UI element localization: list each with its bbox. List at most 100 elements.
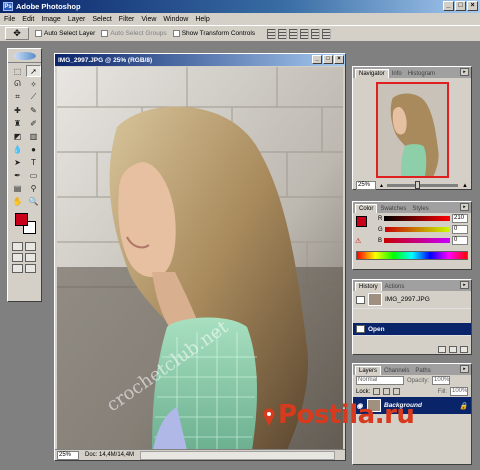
align-right-icon[interactable] — [322, 28, 332, 39]
b-slider[interactable] — [384, 238, 450, 243]
menu-filter[interactable]: Filter — [119, 16, 135, 23]
clone-stamp-tool-icon[interactable]: ♜ — [10, 117, 25, 129]
move-tool-icon[interactable]: ➚ — [26, 65, 41, 77]
align-middle-icon[interactable] — [278, 28, 288, 39]
color-fg-swatch[interactable] — [356, 216, 367, 227]
tab-histogram[interactable]: Histogram — [405, 70, 438, 78]
slider-knob[interactable] — [415, 181, 421, 189]
type-tool-icon[interactable]: T — [26, 156, 41, 168]
r-value-field[interactable]: 210 — [452, 214, 468, 223]
align-left-icon[interactable] — [300, 28, 310, 39]
doc-minimize-button[interactable]: _ — [312, 55, 322, 64]
screen-mode-standard-button[interactable] — [12, 253, 23, 262]
document-titlebar[interactable]: IMG_2997.JPG @ 25% (RGB/8) _ □ × — [55, 54, 345, 66]
crop-tool-icon[interactable]: ⌗ — [10, 91, 25, 103]
gradient-tool-icon[interactable]: ▥ — [26, 130, 41, 142]
gamut-warning-icon[interactable]: ⚠ — [355, 237, 361, 245]
tab-styles[interactable]: Styles — [409, 205, 431, 213]
new-snapshot-icon[interactable] — [449, 345, 457, 353]
doc-size-info[interactable]: Doc: 14,4M/14,4M — [85, 452, 134, 458]
maximize-button[interactable]: □ — [455, 1, 466, 11]
foreground-color-swatch[interactable] — [15, 213, 28, 226]
tab-history[interactable]: History — [355, 282, 382, 291]
marquee-tool-icon[interactable]: ⬚ — [10, 65, 25, 77]
doc-zoom-field[interactable]: 25% — [57, 450, 79, 460]
zoom-in-icon[interactable]: ▲ — [462, 183, 468, 189]
standard-mode-button[interactable] — [12, 242, 23, 251]
tab-channels[interactable]: Channels — [381, 367, 412, 375]
align-top-icon[interactable] — [267, 28, 277, 39]
minimize-button[interactable]: _ — [443, 1, 454, 11]
tab-color[interactable]: Color — [355, 204, 378, 213]
blend-mode-select[interactable]: Normal — [356, 376, 404, 385]
quick-mask-button[interactable] — [25, 242, 36, 251]
history-brush-tool-icon[interactable]: ✐ — [26, 117, 41, 129]
b-value-field[interactable]: 0 — [452, 236, 468, 245]
align-bottom-icon[interactable] — [289, 28, 299, 39]
panel-menu-icon[interactable]: ▸ — [460, 68, 469, 76]
menu-edit[interactable]: Edit — [22, 16, 34, 23]
dodge-tool-icon[interactable]: ● — [26, 143, 41, 155]
r-slider[interactable] — [384, 216, 450, 221]
menu-select[interactable]: Select — [92, 16, 111, 23]
lock-position-icon[interactable] — [393, 388, 401, 395]
trash-icon[interactable] — [460, 345, 468, 353]
path-selection-tool-icon[interactable]: ➤ — [10, 156, 25, 168]
eyedropper-tool-icon[interactable]: ⚲ — [26, 182, 41, 194]
menu-window[interactable]: Window — [163, 16, 188, 23]
zoom-out-icon[interactable]: ▴ — [380, 182, 383, 189]
history-snapshot[interactable]: IMG_2997.JPG — [353, 291, 471, 309]
panel-menu-icon[interactable]: ▸ — [460, 365, 469, 373]
blur-tool-icon[interactable]: 💧 — [10, 143, 25, 155]
tab-swatches[interactable]: Swatches — [377, 205, 409, 213]
zoom-tool-icon[interactable]: 🔍 — [26, 195, 41, 207]
history-brush-source-icon[interactable] — [356, 295, 365, 304]
new-document-from-state-icon[interactable] — [438, 345, 446, 353]
color-spectrum-bar[interactable] — [356, 251, 468, 260]
auto-select-groups-checkbox[interactable]: Auto Select Groups — [101, 30, 167, 37]
fill-field[interactable]: 100% — [450, 387, 468, 396]
tab-navigator[interactable]: Navigator — [355, 69, 389, 78]
horizontal-scrollbar[interactable] — [140, 450, 335, 460]
lasso-tool-icon[interactable]: ᘏ — [10, 78, 25, 90]
lock-transparency-icon[interactable] — [373, 388, 381, 395]
eraser-tool-icon[interactable]: ◩ — [10, 130, 25, 142]
auto-select-layer-checkbox[interactable]: Auto Select Layer — [35, 30, 95, 37]
tab-actions[interactable]: Actions — [382, 283, 408, 291]
g-value-field[interactable]: 0 — [452, 225, 468, 234]
tab-info[interactable]: Info — [389, 70, 405, 78]
tab-paths[interactable]: Paths — [412, 367, 433, 375]
navigator-zoom-field[interactable]: 25% — [356, 181, 376, 190]
rectangle-tool-icon[interactable]: ▭ — [26, 169, 41, 181]
jump-to-imageready-button[interactable] — [25, 264, 36, 273]
panel-menu-icon[interactable]: ▸ — [460, 281, 469, 289]
navigator-zoom-slider[interactable] — [387, 181, 459, 189]
menu-layer[interactable]: Layer — [68, 16, 86, 23]
slice-tool-icon[interactable]: ⟋ — [26, 91, 41, 103]
doc-maximize-button[interactable]: □ — [323, 55, 333, 64]
menu-view[interactable]: View — [141, 16, 156, 23]
pen-tool-icon[interactable]: ✒ — [10, 169, 25, 181]
brush-tool-icon[interactable]: ✎ — [26, 104, 41, 116]
screen-mode-full-button[interactable] — [25, 253, 36, 262]
show-transform-controls-checkbox[interactable]: Show Transform Controls — [172, 30, 255, 37]
magic-wand-tool-icon[interactable]: ✧ — [26, 78, 41, 90]
menu-help[interactable]: Help — [195, 16, 209, 23]
opacity-field[interactable]: 100% — [432, 376, 451, 385]
panel-menu-icon[interactable]: ▸ — [460, 203, 469, 211]
screen-mode-full-black-button[interactable] — [12, 264, 23, 273]
tool-preset-picker[interactable]: ✥ — [5, 27, 29, 40]
notes-tool-icon[interactable]: ▤ — [10, 182, 25, 194]
menu-image[interactable]: Image — [41, 16, 60, 23]
doc-close-button[interactable]: × — [334, 55, 344, 64]
align-center-icon[interactable] — [311, 28, 321, 39]
navigator-thumbnail[interactable] — [375, 82, 449, 178]
healing-brush-tool-icon[interactable]: ✚ — [10, 104, 25, 116]
history-item-open[interactable]: Open — [353, 323, 471, 336]
image-canvas[interactable]: crochetclub.net — [57, 67, 343, 450]
g-slider[interactable] — [384, 227, 450, 232]
hand-tool-icon[interactable]: ✋ — [10, 195, 25, 207]
menu-file[interactable]: File — [4, 16, 15, 23]
tab-layers[interactable]: Layers — [355, 366, 382, 375]
lock-pixels-icon[interactable] — [383, 388, 391, 395]
